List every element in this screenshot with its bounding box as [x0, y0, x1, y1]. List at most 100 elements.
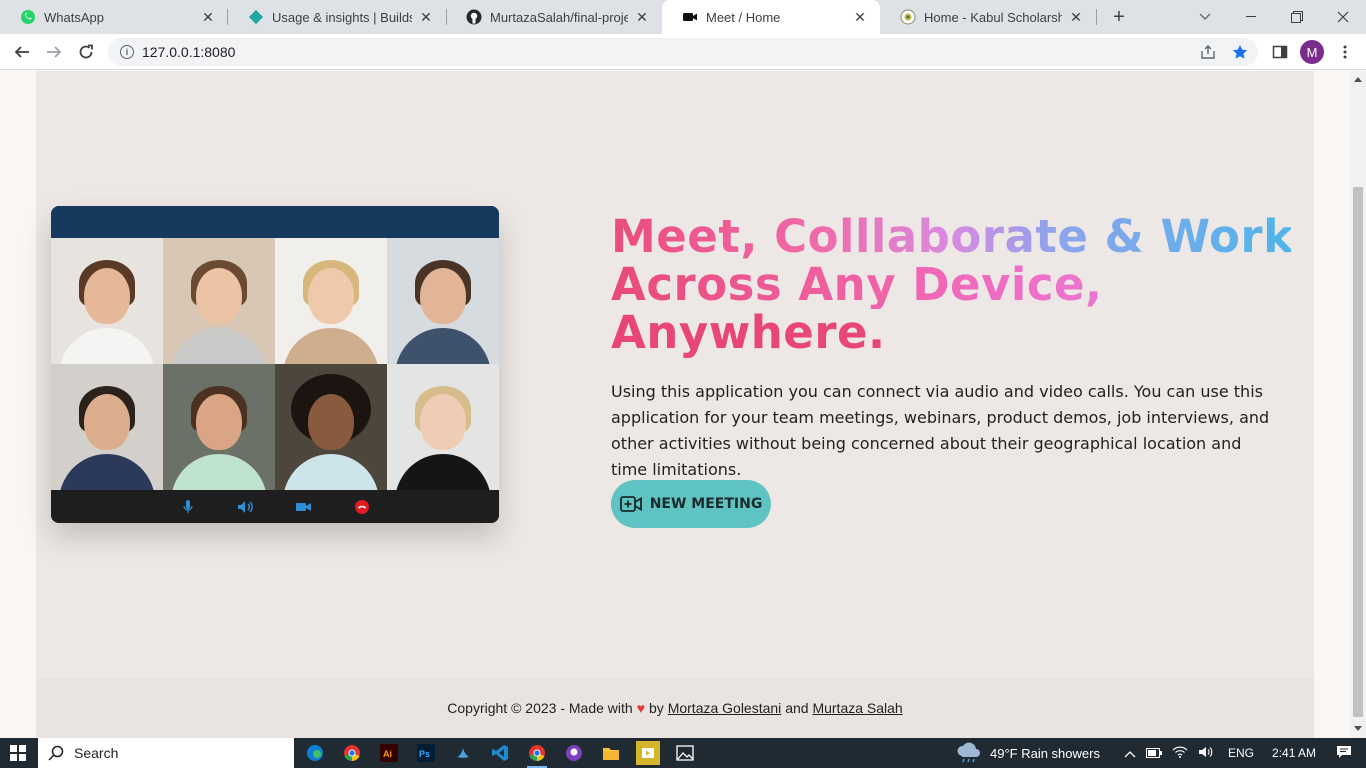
tab-title: MurtazaSalah/final-project: f	[490, 9, 628, 25]
chrome-active-icon[interactable]	[525, 741, 549, 768]
wifi-icon[interactable]	[1172, 746, 1188, 761]
browser-toolbar: i 127.0.0.1:8080	[0, 34, 1366, 70]
scrollbar-thumb[interactable]	[1353, 187, 1363, 717]
minimize-icon	[1246, 16, 1256, 17]
profile-avatar[interactable]: M	[1300, 40, 1324, 64]
close-window-button[interactable]	[1320, 0, 1366, 34]
minimize-button[interactable]	[1228, 0, 1274, 34]
close-icon	[1337, 11, 1349, 23]
page-scrollbar[interactable]	[1350, 71, 1366, 738]
author-link-salah[interactable]: Murtaza Salah	[812, 700, 902, 716]
participant-grid	[51, 238, 499, 490]
back-button[interactable]	[8, 38, 36, 66]
participant-tile	[275, 238, 387, 364]
tab-title: Meet / Home	[706, 9, 781, 25]
media-player-icon[interactable]	[636, 741, 660, 765]
participant-tile	[163, 238, 275, 364]
rain-cloud-icon	[957, 742, 980, 763]
participant-tile	[387, 364, 499, 490]
volume-icon[interactable]	[1198, 746, 1214, 761]
tab-github[interactable]: MurtazaSalah/final-project: f ✕	[446, 0, 662, 34]
close-icon[interactable]: ✕	[418, 9, 434, 25]
bird-app-icon[interactable]	[451, 741, 475, 765]
headline-line-3: Anywhere.	[611, 306, 886, 359]
tab-kabul-scholarship[interactable]: Home - Kabul Scholarship ✕	[880, 0, 1096, 34]
heart-icon: ♥	[636, 700, 645, 716]
speaker-icon	[237, 498, 255, 516]
github-icon	[466, 9, 482, 25]
arrow-left-icon	[14, 46, 29, 58]
tab-netlify[interactable]: Usage & insights | Builds | m ✕	[228, 0, 446, 34]
video-plus-icon	[619, 496, 642, 512]
vscode-icon[interactable]	[488, 741, 512, 765]
info-icon[interactable]: i	[120, 45, 134, 59]
bookmark-star-icon[interactable]	[1228, 40, 1252, 64]
edge-icon[interactable]	[303, 741, 327, 765]
hero-description: Using this application you can connect v…	[611, 382, 1270, 479]
tab-whatsapp[interactable]: WhatsApp ✕	[0, 0, 228, 34]
microphone-icon	[179, 498, 197, 516]
illustrator-icon[interactable]: Ai	[377, 741, 401, 765]
chevron-up-icon[interactable]	[1124, 746, 1136, 761]
svg-text:Ai: Ai	[383, 749, 392, 759]
scroll-down-icon[interactable]	[1354, 726, 1362, 731]
battery-icon[interactable]	[1146, 746, 1162, 761]
windows-start-icon[interactable]	[10, 745, 26, 761]
chrome-icon[interactable]	[340, 741, 364, 765]
svg-text:Ps: Ps	[419, 749, 430, 759]
language-indicator[interactable]: ENG	[1228, 746, 1254, 760]
forward-button[interactable]	[40, 38, 68, 66]
photoshop-icon[interactable]: Ps	[414, 741, 438, 765]
restore-button[interactable]	[1274, 0, 1320, 34]
close-icon[interactable]: ✕	[852, 9, 868, 25]
tab-title: WhatsApp	[44, 9, 104, 25]
windows-taskbar: Search Ai Ps 49°F Rain showers ENG 2:41 …	[0, 738, 1366, 768]
video-camera-icon	[682, 9, 698, 25]
hero-headline: Meet, Colllaborate & Work Across Any Dev…	[611, 213, 1293, 359]
file-explorer-icon[interactable]	[599, 741, 623, 765]
weather-widget[interactable]: 49°F Rain showers	[956, 738, 1100, 768]
taskbar-search-label: Search	[74, 745, 119, 761]
reload-button[interactable]	[72, 38, 100, 66]
participant-tile	[163, 364, 275, 490]
hero-section: Meet, Colllaborate & Work Across Any Dev…	[36, 71, 1314, 678]
tab-divider	[1096, 9, 1097, 25]
participant-tile	[51, 238, 163, 364]
hang-up-icon	[353, 498, 371, 516]
close-icon[interactable]: ✕	[634, 9, 650, 25]
scroll-up-icon[interactable]	[1354, 77, 1362, 82]
taskbar-search[interactable]: Search	[38, 738, 294, 768]
headline-line-2: Across Any Device,	[611, 261, 1291, 309]
tab-meet-home[interactable]: Meet / Home ✕	[662, 0, 880, 34]
close-icon[interactable]: ✕	[200, 9, 216, 25]
page-footer: Copyright © 2023 - Made with ♥ by Mortaz…	[36, 678, 1314, 738]
tab-title: Home - Kabul Scholarship	[924, 9, 1062, 25]
new-meeting-button[interactable]: NEW MEETING	[611, 480, 771, 528]
new-tab-button[interactable]: +	[1108, 6, 1130, 28]
scholarship-icon	[900, 9, 916, 25]
side-panel-icon[interactable]	[1268, 40, 1292, 64]
page-viewport: Meet, Colllaborate & Work Across Any Dev…	[0, 71, 1350, 738]
participant-tile	[51, 364, 163, 490]
photos-icon[interactable]	[673, 741, 697, 765]
weather-text: 49°F Rain showers	[990, 745, 1100, 761]
video-window-titlebar	[51, 206, 499, 238]
tab-search-button[interactable]	[1182, 0, 1228, 34]
address-bar[interactable]: i 127.0.0.1:8080	[108, 38, 1258, 66]
tab-strip: WhatsApp ✕ Usage & insights | Builds | m…	[0, 0, 1366, 34]
author-link-golestani[interactable]: Mortaza Golestani	[668, 700, 782, 716]
footer-by: by	[649, 700, 664, 716]
menu-kebab-icon[interactable]	[1333, 40, 1357, 64]
footer-and: and	[785, 700, 809, 716]
camera-icon	[295, 498, 313, 516]
call-controls	[51, 490, 499, 523]
notification-icon[interactable]	[1336, 745, 1352, 762]
restore-icon	[1291, 11, 1303, 23]
url-text[interactable]: 127.0.0.1:8080	[142, 44, 235, 60]
github-desktop-icon[interactable]	[562, 741, 586, 765]
whatsapp-icon	[20, 9, 36, 25]
close-icon[interactable]: ✕	[1068, 9, 1084, 25]
clock[interactable]: 2:41 AM	[1272, 746, 1316, 760]
share-icon[interactable]	[1196, 40, 1220, 64]
tab-title: Usage & insights | Builds | m	[272, 9, 412, 25]
